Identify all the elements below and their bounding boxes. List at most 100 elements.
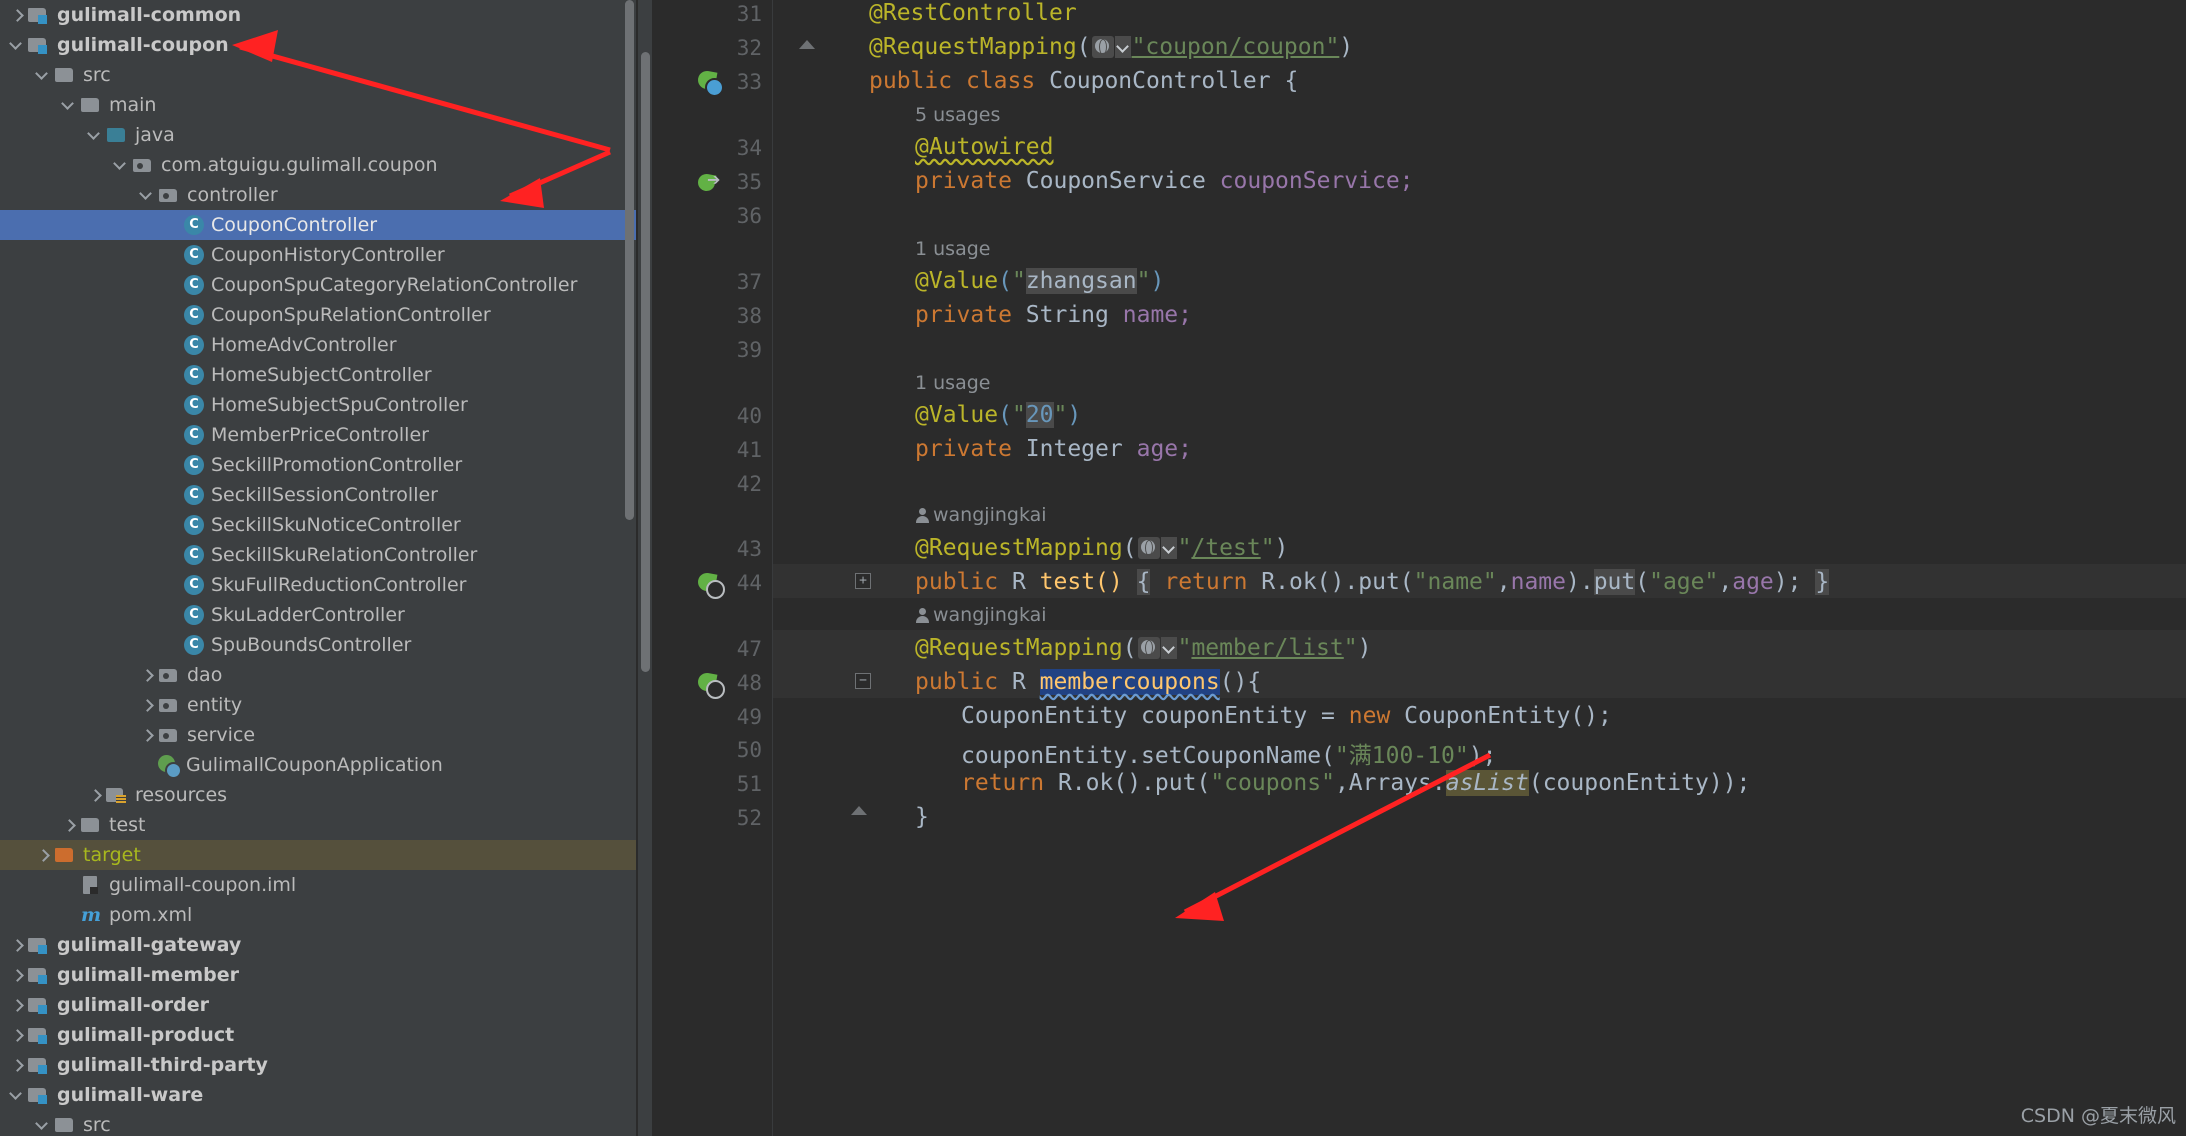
chevron-down-icon[interactable]: [8, 35, 28, 55]
tree-item-service[interactable]: service: [0, 720, 638, 750]
globe-icon[interactable]: [1091, 36, 1114, 58]
chevron-right-icon[interactable]: [34, 845, 54, 865]
chevron-down-icon[interactable]: [112, 155, 132, 175]
tree-item-gulimall-product[interactable]: gulimall-product: [0, 1020, 638, 1050]
tree-item-src[interactable]: src: [0, 1110, 638, 1136]
chevron-right-icon[interactable]: [8, 5, 28, 25]
project-tree-scrollbar[interactable]: [625, 0, 634, 520]
chevron-right-icon[interactable]: [138, 665, 158, 685]
chevron-right-icon[interactable]: [138, 725, 158, 745]
spring-endpoint-gutter-icon[interactable]: [698, 671, 725, 699]
code-line-48[interactable]: public R membercoupons(){: [915, 669, 1261, 695]
fold-marker-minus-icon[interactable]: −: [855, 673, 871, 689]
globe-icon[interactable]: [1137, 637, 1160, 659]
code-line-52[interactable]: }: [915, 804, 929, 830]
code-editor[interactable]: 31 32 33 34 35 36 37 38 39 40 41 42 43 4…: [638, 0, 2186, 1136]
tree-item-homesubjectcontroller[interactable]: C HomeSubjectController: [0, 360, 638, 390]
fold-marker-plus-icon[interactable]: +: [855, 573, 871, 589]
editor-gutter[interactable]: 31 32 33 34 35 36 37 38 39 40 41 42 43 4…: [652, 0, 772, 1136]
fold-marker-up-icon[interactable]: [851, 806, 867, 815]
tree-item-gulimall-coupon-iml[interactable]: gulimall-coupon.iml: [0, 870, 638, 900]
code-line-47[interactable]: @RequestMapping("member/list"): [915, 635, 1371, 661]
spring-bean-gutter-icon[interactable]: [698, 70, 724, 97]
fold-marker-up-icon[interactable]: [799, 40, 815, 49]
usages-hint[interactable]: 1 usage: [915, 238, 990, 260]
chevron-down-icon[interactable]: [34, 1115, 54, 1135]
tree-item-seckillsessioncontroller[interactable]: C SeckillSessionController: [0, 480, 638, 510]
tree-item-gulimall-third-party[interactable]: gulimall-third-party: [0, 1050, 638, 1080]
code-line-34[interactable]: @Autowired: [915, 134, 1053, 160]
tree-item-main[interactable]: main: [0, 90, 638, 120]
mapping-path-string[interactable]: "coupon/coupon": [1132, 34, 1340, 60]
method-name-selected[interactable]: membercoupons: [1039, 669, 1220, 695]
editor-scrollbar-track[interactable]: [638, 0, 652, 1136]
tree-item-memberpricecontroller[interactable]: C MemberPriceController: [0, 420, 638, 450]
code-line-38[interactable]: private String name;: [915, 302, 1192, 328]
value-string-literal[interactable]: zhangsan: [1025, 268, 1137, 294]
tree-item-controller[interactable]: controller: [0, 180, 638, 210]
chevron-down-icon[interactable]: [86, 125, 106, 145]
tree-item-gulimall-gateway[interactable]: gulimall-gateway: [0, 930, 638, 960]
chevron-down-icon[interactable]: [60, 95, 80, 115]
spring-navigate-gutter-icon[interactable]: [698, 170, 724, 198]
chevron-right-icon[interactable]: [8, 935, 28, 955]
tree-item-skuladdercontroller[interactable]: C SkuLadderController: [0, 600, 638, 630]
code-line-50[interactable]: couponEntity.setCouponName("满100-10");: [961, 736, 1496, 770]
code-line-43[interactable]: @RequestMapping("/test"): [915, 535, 1288, 561]
tree-item-gulimallcouponapplication[interactable]: GulimallCouponApplication: [0, 750, 638, 780]
chevron-down-icon[interactable]: [1114, 36, 1131, 58]
tree-item-couponspucategoryrelationcontroller[interactable]: C CouponSpuCategoryRelationController: [0, 270, 638, 300]
code-line-44[interactable]: public R test() { return R.ok().put("nam…: [915, 569, 1830, 595]
chevron-down-icon[interactable]: [1160, 537, 1177, 559]
tree-item-com-atguigu-gulimall-coupon[interactable]: com.atguigu.gulimall.coupon: [0, 150, 638, 180]
chevron-down-icon[interactable]: [138, 185, 158, 205]
mapping-path-string[interactable]: /test: [1191, 535, 1260, 561]
code-line-31[interactable]: @RestController: [869, 0, 1077, 26]
chevron-right-icon[interactable]: [8, 1025, 28, 1045]
code-line-32[interactable]: @RequestMapping("coupon/coupon"): [869, 34, 1353, 60]
chevron-right-icon[interactable]: [138, 695, 158, 715]
chevron-down-icon[interactable]: [1160, 637, 1177, 659]
tree-item-skufullreductioncontroller[interactable]: C SkuFullReductionController: [0, 570, 638, 600]
tree-item-homesubjectspucontroller[interactable]: C HomeSubjectSpuController: [0, 390, 638, 420]
chevron-right-icon[interactable]: [8, 995, 28, 1015]
tree-item-resources[interactable]: resources: [0, 780, 638, 810]
chevron-down-icon[interactable]: [34, 65, 54, 85]
spring-endpoint-gutter-icon[interactable]: [698, 571, 725, 599]
tree-item-gulimall-coupon[interactable]: gulimall-coupon: [0, 30, 638, 60]
value-number-literal[interactable]: 20: [1025, 402, 1054, 428]
code-line-51[interactable]: return R.ok().put("coupons",Arrays.asLis…: [961, 770, 1750, 796]
code-line-49[interactable]: CouponEntity couponEntity = new CouponEn…: [961, 703, 1612, 729]
tree-item-gulimall-member[interactable]: gulimall-member: [0, 960, 638, 990]
tree-item-homeadvcontroller[interactable]: C HomeAdvController: [0, 330, 638, 360]
globe-icon[interactable]: [1137, 537, 1160, 559]
tree-item-gulimall-common[interactable]: gulimall-common: [0, 0, 638, 30]
tree-item-target[interactable]: target: [0, 840, 638, 870]
project-tool-window[interactable]: gulimall-common gulimall-coupon src main jav…: [0, 0, 638, 1136]
chevron-right-icon[interactable]: [8, 1055, 28, 1075]
tree-item-pom-xml[interactable]: m pom.xml: [0, 900, 638, 930]
code-text-area[interactable]: + − @RestController @RequestMapping("cou…: [772, 0, 2186, 1136]
author-hint[interactable]: wangjingkai: [915, 604, 1047, 626]
usages-hint[interactable]: 1 usage: [915, 372, 990, 394]
tree-item-couponcontroller[interactable]: C CouponController: [0, 210, 638, 240]
chevron-down-icon[interactable]: [8, 1085, 28, 1105]
mapping-path-string[interactable]: member/list: [1191, 635, 1343, 661]
usages-hint[interactable]: 5 usages: [915, 104, 1000, 126]
code-line-40[interactable]: @Value("20"): [915, 402, 1081, 428]
tree-item-seckillskurelationcontroller[interactable]: C SeckillSkuRelationController: [0, 540, 638, 570]
code-line-33[interactable]: public class CouponController {: [869, 68, 1298, 94]
code-line-41[interactable]: private Integer age;: [915, 436, 1192, 462]
chevron-right-icon[interactable]: [86, 785, 106, 805]
chevron-right-icon[interactable]: [60, 815, 80, 835]
code-line-37[interactable]: @Value("zhangsan"): [915, 268, 1164, 294]
tree-item-gulimall-order[interactable]: gulimall-order: [0, 990, 638, 1020]
code-line-35[interactable]: private CouponService couponService;: [915, 168, 1414, 194]
tree-item-seckillskunoticecontroller[interactable]: C SeckillSkuNoticeController: [0, 510, 638, 540]
tree-item-spuboundscontroller[interactable]: C SpuBoundsController: [0, 630, 638, 660]
tree-item-test[interactable]: test: [0, 810, 638, 840]
editor-scrollbar-thumb[interactable]: [641, 52, 650, 672]
tree-item-java[interactable]: java: [0, 120, 638, 150]
tree-item-seckillpromotioncontroller[interactable]: C SeckillPromotionController: [0, 450, 638, 480]
tree-item-couponhistorycontroller[interactable]: C CouponHistoryController: [0, 240, 638, 270]
